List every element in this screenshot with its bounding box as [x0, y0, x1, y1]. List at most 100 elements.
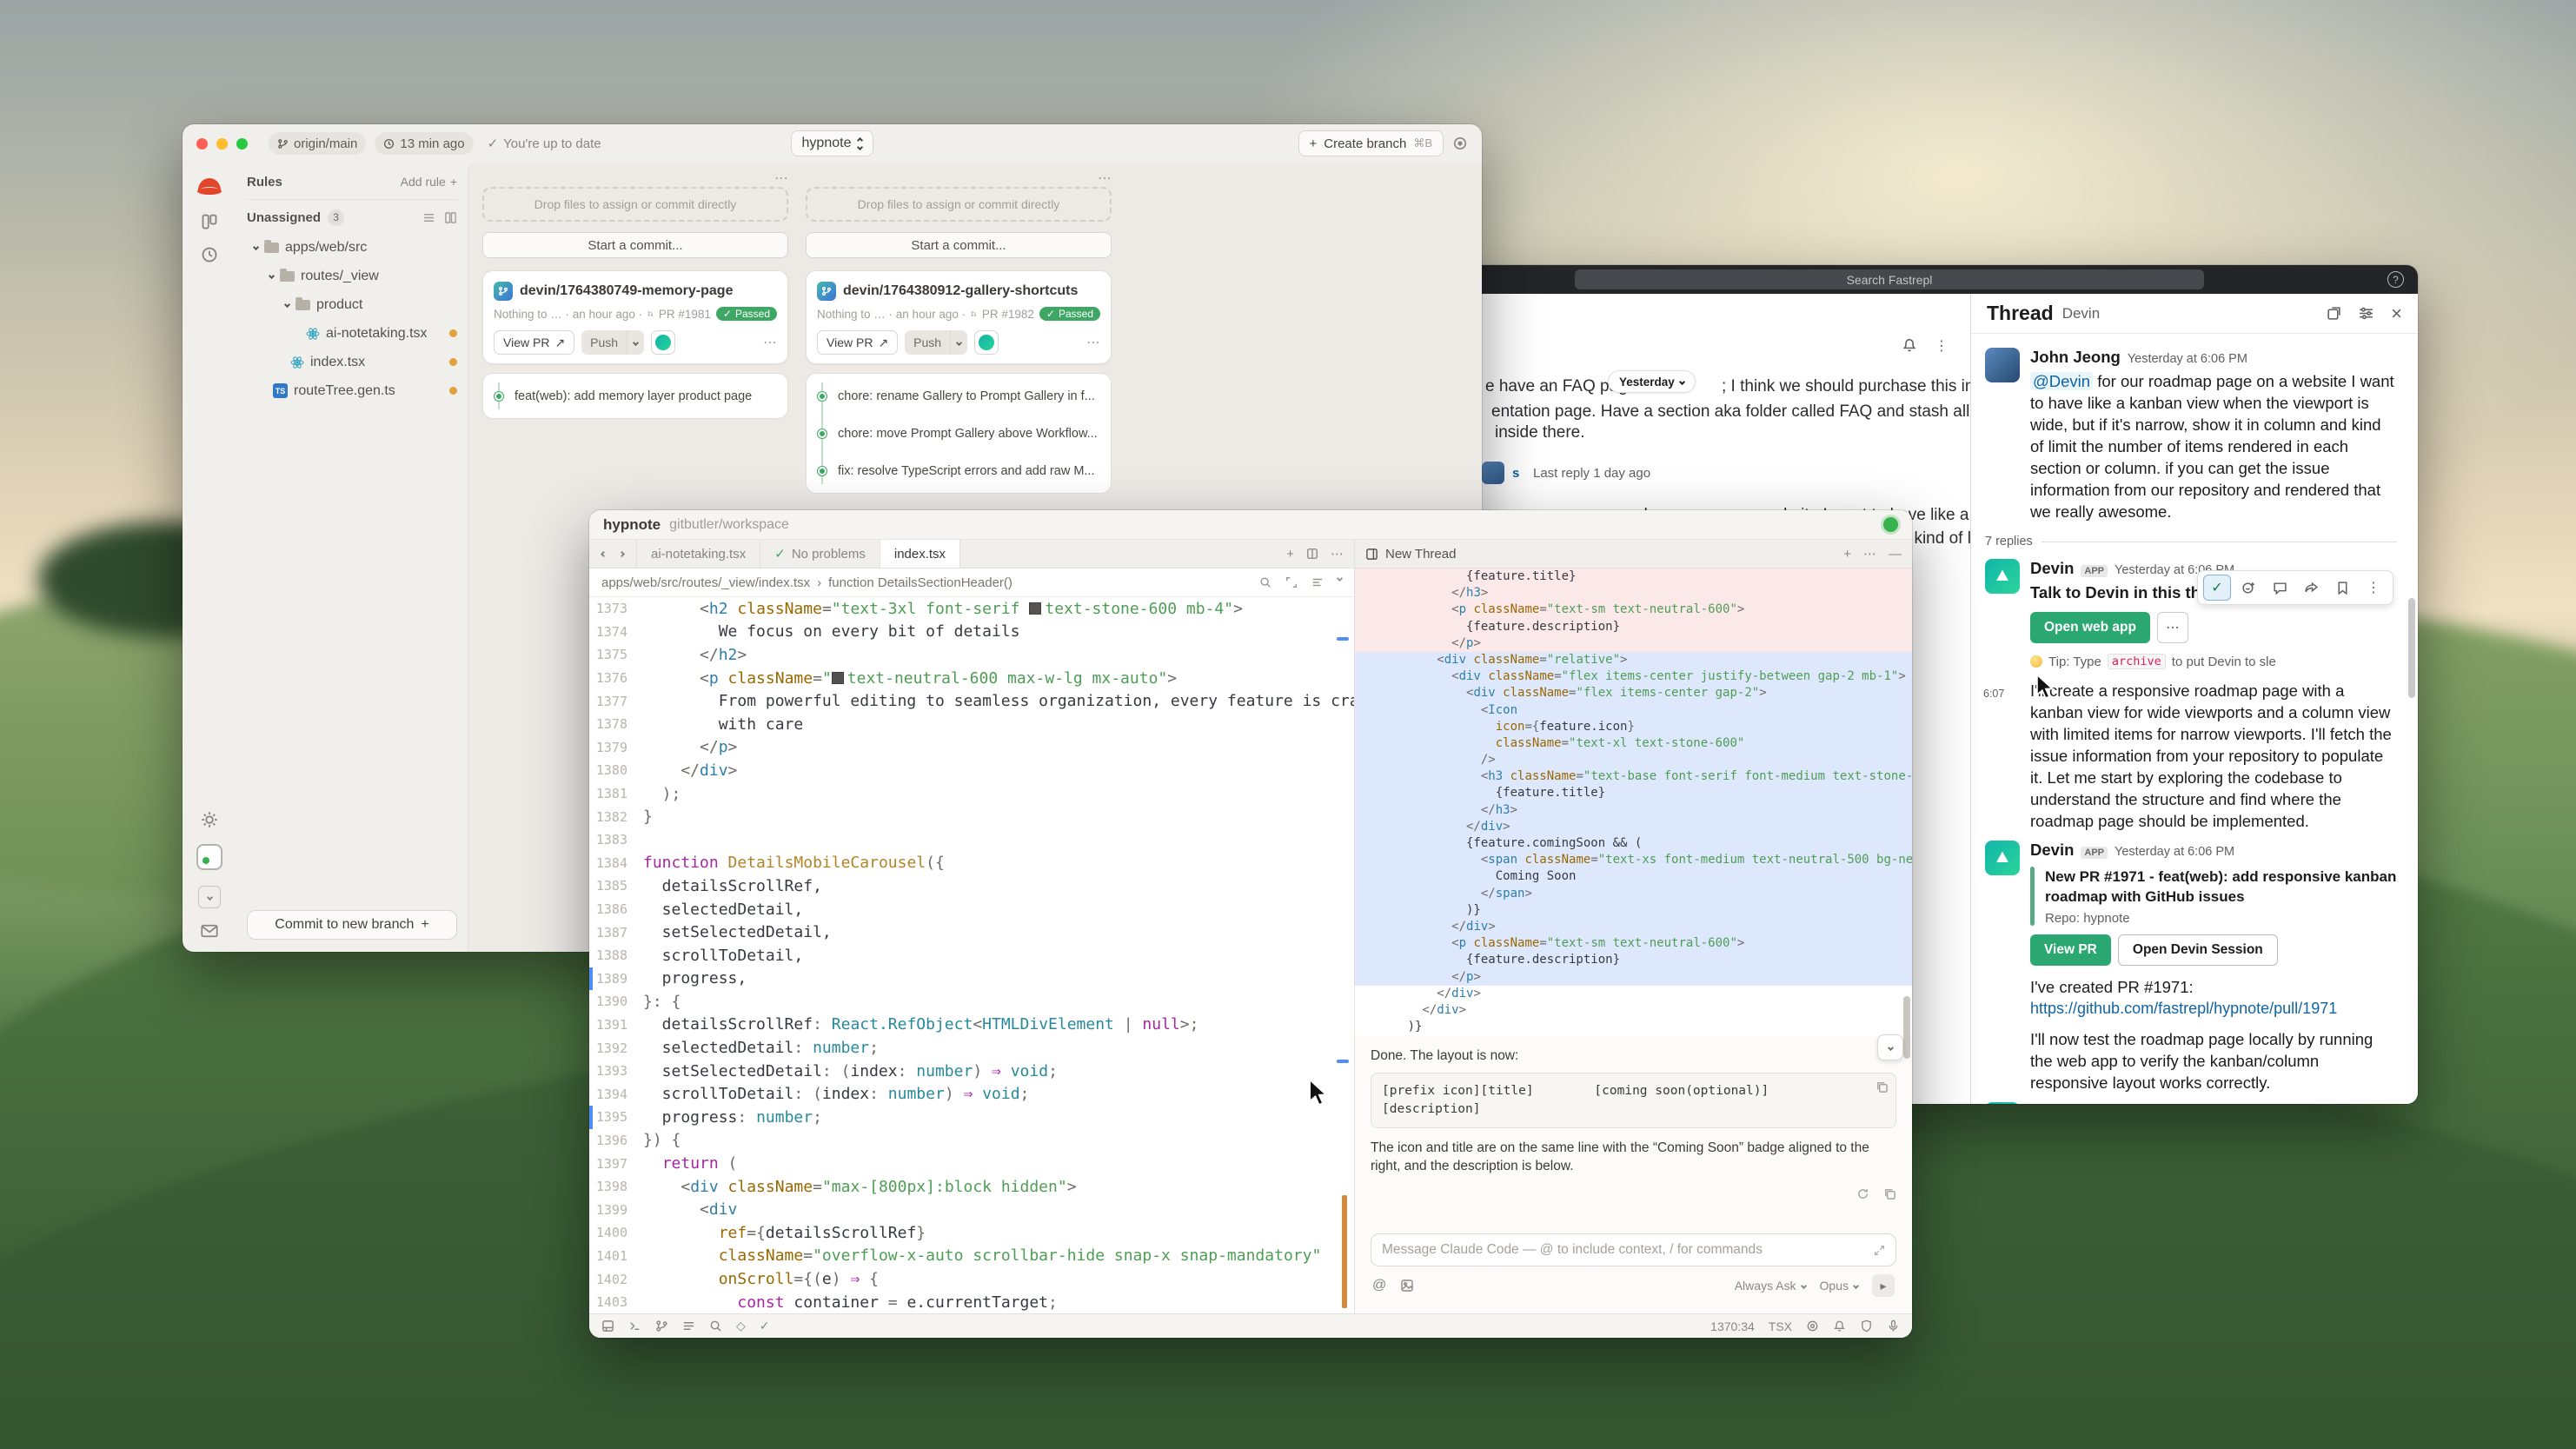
chevron-down-icon[interactable]: [1337, 575, 1343, 582]
open-devin-session-button[interactable]: Open Devin Session: [2118, 934, 2278, 966]
panels-icon[interactable]: [601, 1319, 614, 1333]
replies-link-fragment[interactable]: s: [1512, 466, 1519, 481]
collapse-rail-button[interactable]: [198, 886, 221, 908]
notifications-bell-icon[interactable]: [1902, 337, 1917, 355]
tab-index[interactable]: index.tsx: [880, 540, 960, 568]
minimize-window-button[interactable]: [216, 138, 228, 150]
reply-thread-icon[interactable]: [2266, 575, 2294, 601]
message-timestamp[interactable]: Yesterday at 6:06 PM: [2115, 845, 2234, 859]
send-button[interactable]: ▸: [1872, 1274, 1895, 1297]
replies-count[interactable]: 7 replies: [1985, 535, 2033, 548]
search-icon[interactable]: [1259, 576, 1271, 588]
tree-file[interactable]: ai-notetaking.tsx: [247, 319, 457, 348]
pr-title[interactable]: New PR #1971 - feat(web): add responsive…: [2045, 867, 2397, 907]
tab-ai-notetaking[interactable]: ai-notetaking.tsx: [636, 540, 760, 568]
code-editor[interactable]: 1373 <h2 className="text-3xl font-serif …: [589, 597, 1354, 1313]
diagnostics-icon[interactable]: ◇: [736, 1319, 746, 1333]
close-icon[interactable]: ×: [2391, 302, 2402, 325]
diff-view[interactable]: {feature.title} </h3> <p className="text…: [1355, 568, 1912, 1036]
date-divider-pill[interactable]: Yesterday: [1608, 370, 1696, 393]
start-commit-button[interactable]: Start a commit...: [482, 232, 788, 258]
expand-icon[interactable]: [1285, 576, 1298, 588]
thread-settings-icon[interactable]: [2359, 306, 2374, 321]
copy-icon[interactable]: [1883, 1187, 1896, 1200]
green-status-icon[interactable]: [1883, 517, 1898, 532]
editor-titlebar[interactable]: hypnote gitbutler/workspace: [589, 510, 1912, 540]
nav-back-icon[interactable]: [601, 550, 607, 556]
bookmark-icon[interactable]: [2328, 575, 2356, 601]
share-icon[interactable]: [2297, 575, 2325, 601]
check-icon[interactable]: ✓: [760, 1319, 770, 1333]
diagnostics-summary[interactable]: ✓No problems: [760, 540, 880, 568]
tree-view-icon[interactable]: [444, 211, 457, 224]
sender-name[interactable]: Devin: [2030, 559, 2074, 578]
expand-input-icon[interactable]: [1874, 1245, 1885, 1256]
retry-icon[interactable]: [1856, 1187, 1869, 1200]
permission-mode-dropdown[interactable]: Always Ask: [1735, 1279, 1806, 1293]
view-pr-button[interactable]: View PR↗: [817, 330, 898, 355]
avatar[interactable]: [1985, 559, 2020, 594]
open-in-window-icon[interactable]: [2327, 306, 2341, 321]
more-actions-button[interactable]: ⋯: [2157, 612, 2188, 643]
sender-name[interactable]: Devin: [2030, 841, 2074, 860]
mention-link[interactable]: @Devin: [2030, 372, 2093, 390]
commit-row[interactable]: fix: resolve TypeScript errors and add r…: [807, 452, 1111, 489]
composer-input[interactable]: [1382, 1242, 1867, 1258]
nav-forward-icon[interactable]: [619, 550, 625, 556]
author-avatar-button[interactable]: [974, 330, 999, 355]
lane-menu-icon[interactable]: ⋯: [774, 169, 788, 187]
author-avatar-button[interactable]: [651, 330, 675, 355]
drop-zone[interactable]: Drop files to assign or commit directly: [806, 187, 1112, 222]
outline-list-icon[interactable]: [682, 1319, 695, 1333]
search-input[interactable]: Search Fastrepl: [1575, 269, 2204, 289]
commit-row[interactable]: feat(web): add memory layer product page: [483, 377, 787, 415]
more-icon[interactable]: ⋮: [2360, 575, 2387, 601]
push-button[interactable]: Push: [581, 330, 644, 355]
tree-file[interactable]: TS routeTree.gen.ts: [247, 376, 457, 405]
message-timestamp[interactable]: Yesterday at 6:06 PM: [2128, 352, 2247, 366]
split-pane-icon[interactable]: [1306, 548, 1318, 560]
add-reaction-icon[interactable]: [2234, 575, 2262, 601]
attach-image-icon[interactable]: [1400, 1279, 1414, 1293]
commit-row[interactable]: chore: move Prompt Gallery above Workflo…: [807, 415, 1111, 452]
commit-to-new-branch-button[interactable]: Commit to new branch+: [247, 910, 457, 940]
feedback-mail-icon[interactable]: [201, 924, 218, 938]
mic-icon[interactable]: [1887, 1319, 1900, 1333]
message-composer[interactable]: [1371, 1233, 1896, 1266]
check-reaction[interactable]: ✓: [2203, 575, 2231, 601]
avatar[interactable]: [1482, 462, 1504, 484]
sender-name[interactable]: Devin: [2030, 1102, 2074, 1104]
view-pr-button[interactable]: View PR↗: [494, 330, 574, 355]
shield-icon[interactable]: [1860, 1319, 1873, 1333]
thread-tab-label[interactable]: New Thread: [1385, 547, 1456, 562]
pr-number[interactable]: PR #1982: [982, 308, 1034, 321]
new-thread-icon[interactable]: +: [1843, 547, 1851, 562]
scrollbar-thumb[interactable]: [1342, 1195, 1347, 1308]
drop-zone[interactable]: Drop files to assign or commit directly: [482, 187, 788, 222]
add-rule-button[interactable]: Add rule+: [401, 175, 457, 189]
settings-gear-icon[interactable]: [201, 811, 218, 828]
pane-menu-icon[interactable]: ⋯: [1863, 546, 1876, 562]
tab-overflow-icon[interactable]: ⋯: [1331, 546, 1344, 562]
avatar[interactable]: [1985, 348, 2020, 382]
minimize-pane-icon[interactable]: —: [1889, 547, 1902, 562]
scroll-to-bottom-button[interactable]: [1877, 1034, 1903, 1060]
outline-icon[interactable]: [1311, 576, 1324, 588]
bell-icon[interactable]: [1833, 1319, 1846, 1333]
git-branch-icon[interactable]: [655, 1319, 668, 1333]
avatar[interactable]: [1985, 841, 2020, 875]
start-commit-button[interactable]: Start a commit...: [806, 232, 1112, 258]
branch-menu-icon[interactable]: ⋯: [1086, 334, 1100, 351]
copy-icon[interactable]: [1876, 1080, 1889, 1093]
new-tab-icon[interactable]: +: [1286, 547, 1294, 562]
zoom-window-button[interactable]: [236, 138, 248, 150]
branch-name[interactable]: devin/1764380749-memory-page: [520, 283, 733, 299]
avatar[interactable]: [1985, 1102, 2020, 1104]
last-fetch-pill[interactable]: 13 min ago: [375, 132, 473, 155]
tree-folder[interactable]: routes/_view: [247, 262, 457, 290]
history-icon[interactable]: [201, 246, 218, 263]
cursor-position[interactable]: 1370:34: [1710, 1319, 1755, 1333]
sender-name[interactable]: John Jeong: [2030, 348, 2121, 367]
branch-menu-icon[interactable]: ⋯: [763, 334, 777, 351]
workspace-thumbnail[interactable]: [196, 844, 222, 870]
